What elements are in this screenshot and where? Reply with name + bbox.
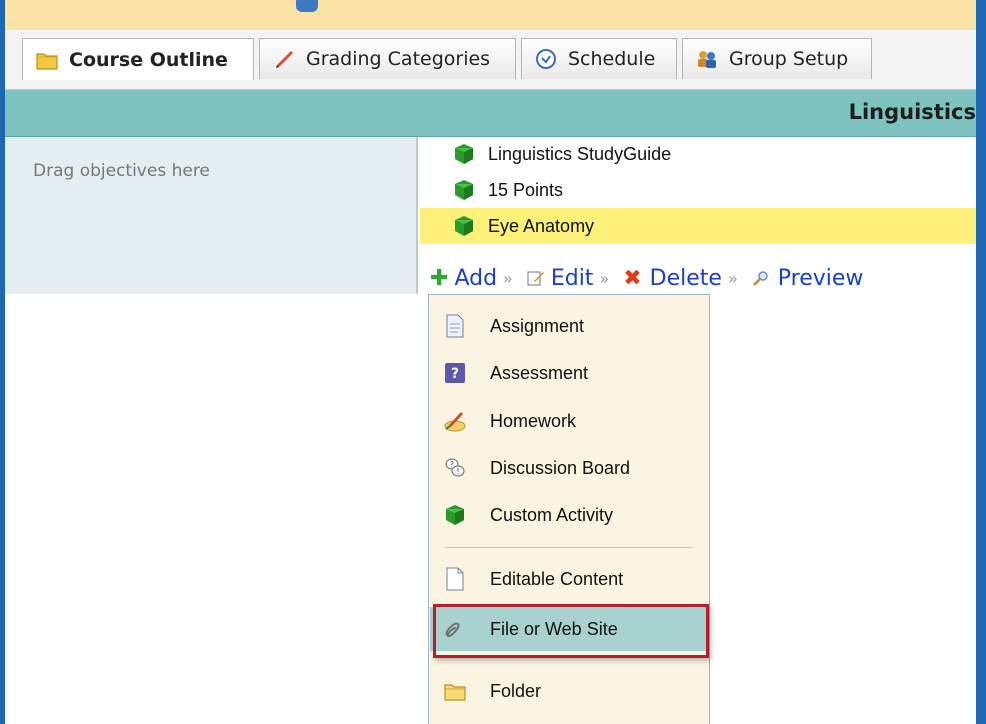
menu-item-assessment[interactable]: ? Assessment [430, 351, 709, 395]
svg-text:?: ? [450, 460, 454, 469]
delete-icon: ✖ [623, 265, 642, 291]
clock-icon [534, 47, 558, 71]
chevron-down-icon: » [599, 268, 610, 288]
chevron-down-icon: » [727, 268, 738, 288]
assessment-icon: ? [442, 360, 468, 386]
menu-item-folder[interactable]: Folder [430, 669, 709, 713]
tab-schedule[interactable]: Schedule [521, 38, 677, 79]
edit-icon [527, 269, 545, 287]
folder-icon [35, 48, 59, 72]
action-bar: ✚ Add » Edit » ✖ Delete » Preview [430, 262, 877, 294]
drop-zone-hint: Drag objectives here [33, 161, 210, 181]
course-item[interactable]: 15 Points [420, 172, 976, 208]
tab-label: Course Outline [69, 48, 228, 71]
top-toolbar-strip [5, 0, 976, 31]
tab-course-outline[interactable]: Course Outline [22, 38, 254, 80]
svg-text:!: ! [456, 467, 459, 476]
tab-label: Group Setup [729, 48, 849, 70]
edit-button[interactable]: Edit » [527, 266, 609, 291]
menu-item-label: Editable Content [490, 568, 624, 589]
assignment-icon [442, 313, 468, 339]
tab-group-setup[interactable]: Group Setup [682, 38, 872, 79]
document-icon [442, 566, 468, 592]
tab-label: Grading Categories [306, 48, 491, 70]
menu-item-label: Folder [490, 680, 542, 701]
course-item-selected[interactable]: Eye Anatomy [420, 208, 976, 244]
tab-label: Schedule [568, 48, 656, 70]
menu-item-homework[interactable]: Homework [430, 399, 709, 443]
course-item[interactable]: Linguistics StudyGuide [420, 136, 976, 172]
menu-item-discussion-board[interactable]: ?! Discussion Board [430, 446, 709, 490]
edit-label: Edit [550, 265, 594, 291]
menu-item-custom-activity[interactable]: Custom Activity [430, 493, 709, 537]
tab-bar: Course Outline Grading Categories Schedu… [5, 30, 976, 90]
menu-item-label: Homework [490, 410, 577, 431]
magnifier-icon [752, 269, 770, 287]
course-item-label: Eye Anatomy [488, 215, 595, 236]
add-label: Add [454, 265, 498, 291]
tab-grading-categories[interactable]: Grading Categories [259, 38, 516, 79]
menu-item-editable-content[interactable]: Editable Content [430, 557, 709, 601]
green-cube-icon [452, 142, 476, 166]
window-frame-right [976, 0, 986, 724]
objectives-drop-zone[interactable]: Drag objectives here [5, 137, 418, 294]
menu-item-label: Assessment [490, 362, 589, 383]
course-title: Linguistics [848, 100, 976, 124]
menu-item-label: Custom Activity [490, 504, 614, 525]
green-cube-icon [452, 214, 476, 238]
pencil-icon [272, 47, 296, 71]
course-item-label: Linguistics StudyGuide [488, 143, 672, 164]
course-item-label: 15 Points [488, 179, 564, 200]
chevron-down-icon: » [503, 268, 513, 288]
callout-highlight-box [433, 604, 709, 658]
svg-text:?: ? [451, 366, 459, 382]
menu-item-label: Discussion Board [490, 457, 631, 478]
folder-icon [442, 678, 468, 704]
discussion-icon: ?! [442, 455, 468, 481]
menu-item-label: Assignment [490, 315, 585, 336]
delete-button[interactable]: ✖ Delete » [623, 266, 738, 291]
delete-label: Delete [649, 265, 722, 291]
plus-icon: ✚ [430, 265, 449, 291]
menu-separator [445, 547, 693, 548]
preview-button[interactable]: Preview [752, 265, 864, 291]
menu-item-assignment[interactable]: Assignment [430, 304, 709, 348]
course-header: Linguistics [5, 90, 976, 137]
add-dropdown-menu: Assignment ? Assessment Homework ?! Disc… [428, 294, 710, 724]
green-cube-icon [442, 502, 468, 528]
add-button[interactable]: ✚ Add » [430, 266, 513, 291]
homework-icon [442, 408, 468, 434]
preview-label: Preview [777, 265, 864, 291]
green-cube-icon [452, 178, 476, 202]
toolbar-button-partial [296, 0, 318, 12]
group-icon [695, 47, 719, 71]
